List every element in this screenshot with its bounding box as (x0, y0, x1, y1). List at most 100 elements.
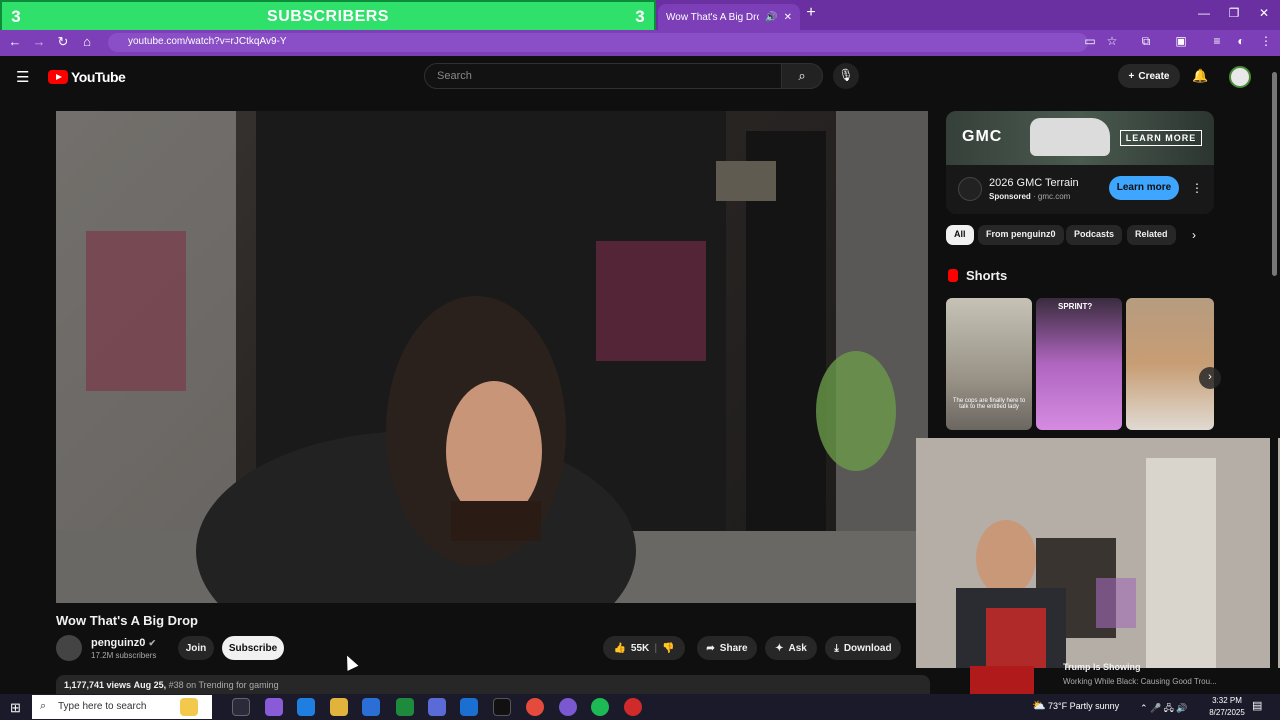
extensions-icon[interactable]: ⧉ (1138, 34, 1154, 49)
ad-title[interactable]: 2026 GMC Terrain (989, 177, 1079, 189)
clock-date: 8/27/2025 (1209, 708, 1245, 717)
like-dislike-group: 👍 55K | 👎 (603, 636, 685, 660)
weather-widget[interactable]: 73°F Partly sunny (1048, 701, 1119, 711)
taskbar-copilot-art-icon[interactable] (180, 698, 198, 716)
chip-related[interactable]: Related (1127, 225, 1176, 245)
copilot-icon[interactable] (265, 698, 283, 716)
ad-more-options-icon[interactable]: ⋮ (1191, 181, 1203, 195)
trending-rank[interactable]: #38 on Trending for gaming (169, 680, 279, 690)
channel-name-text: penguinz0 (91, 637, 146, 649)
facecam-frame (916, 438, 1280, 668)
subscribe-button[interactable]: Subscribe (222, 636, 284, 660)
short-overlay-label: SPRINT? (1058, 302, 1093, 311)
tiktok-icon[interactable] (493, 698, 511, 716)
verified-icon: ✔ (148, 638, 156, 648)
outlook-icon[interactable] (460, 698, 478, 716)
subscriber-count-left: 3 (11, 7, 21, 26)
browser-tab-active[interactable]: Wow That's A Big Drop - Yo 🔊 ✕ (658, 4, 800, 30)
notification-center-icon[interactable]: ▤ (1252, 699, 1262, 712)
like-count[interactable]: 55K (631, 643, 649, 654)
short-caption: The cops are finally here to talk to the… (952, 398, 1026, 410)
reload-icon[interactable]: ↻ (55, 34, 71, 50)
ask-button[interactable]: ✦ Ask (765, 636, 817, 660)
windows-start-icon[interactable]: ⊞ (10, 700, 21, 716)
profile-icon[interactable]: ◐ (1233, 34, 1249, 48)
channel-avatar[interactable] (56, 635, 82, 661)
spotify-icon[interactable] (591, 698, 609, 716)
excel-icon[interactable] (396, 698, 414, 716)
task-view-icon[interactable] (232, 698, 250, 716)
edge-icon[interactable] (297, 698, 315, 716)
search-button[interactable]: ⌕ (781, 63, 823, 89)
store-icon[interactable] (362, 698, 380, 716)
share-button[interactable]: ➦ Share (697, 636, 757, 660)
hamburger-menu-icon[interactable]: ☰ (16, 68, 32, 86)
chip-from-channel[interactable]: From penguinz0 (978, 225, 1064, 245)
bookmark-star-icon[interactable]: ☆ (1104, 34, 1120, 48)
taskbar-search-icon: ⌕ (40, 700, 47, 712)
download-button[interactable]: ⤓ Download (825, 636, 901, 660)
system-tray-icons[interactable]: ⌃ 🎤 🖧 🔊 (1140, 701, 1188, 717)
forward-icon[interactable]: → (31, 34, 47, 49)
new-tab-icon[interactable]: + (804, 5, 818, 21)
youtube-logo-text: YouTube (71, 69, 126, 85)
tab-close-icon[interactable]: ✕ (784, 12, 792, 23)
youtube-logo[interactable]: YouTube (48, 69, 126, 85)
voice-search-button[interactable]: 🎙 (833, 63, 859, 89)
search-icon: ⌕ (798, 68, 806, 83)
maximize-icon[interactable]: ❐ (1224, 6, 1244, 20)
ad-sponsored-line: Sponsored · gmc.com (989, 192, 1071, 201)
cast-icon[interactable]: ▭ (1082, 34, 1098, 48)
address-bar[interactable]: youtube.com/watch?v=rJCtkqAv9-Y (108, 33, 1088, 52)
ad-sponsored-label: Sponsored (989, 192, 1031, 201)
short-thumbnail[interactable] (946, 298, 1032, 430)
taskbar-clock[interactable]: 3:32 PM 8/27/2025 (1205, 695, 1249, 719)
subscriber-count-right: 3 (635, 7, 645, 26)
file-explorer-icon[interactable] (330, 698, 348, 716)
mouse-cursor-icon (341, 653, 359, 671)
browser-menu-icon[interactable]: ⋮ (1258, 34, 1274, 48)
related-video-thumbnail[interactable] (970, 666, 1034, 696)
download-icon: ⤓ (834, 642, 839, 654)
chip-all[interactable]: All (946, 225, 974, 245)
channel-subscriber-count: 17.2M subscribers (91, 651, 157, 660)
sidebar-icon[interactable]: ▣ (1173, 34, 1189, 48)
channel-name[interactable]: penguinz0 ✔ (91, 637, 156, 649)
chrome-icon[interactable] (526, 698, 544, 716)
account-avatar[interactable] (1229, 66, 1251, 88)
chip-scroll-right-icon[interactable]: › (1192, 228, 1196, 242)
ad-truck-image (1030, 118, 1110, 156)
home-icon[interactable]: ⌂ (79, 34, 95, 49)
share-icon: ➦ (706, 642, 715, 654)
chip-podcasts[interactable]: Podcasts (1066, 225, 1123, 245)
back-icon[interactable]: ← (7, 34, 23, 49)
youtube-play-icon (48, 70, 68, 84)
notifications-bell-icon[interactable]: 🔔 (1192, 68, 1208, 84)
subscriber-goal-overlay: 3 SUBSCRIBERS 3 (0, 0, 656, 34)
related-video-title[interactable]: Trump Is Showing (1063, 662, 1141, 672)
recording-app-icon[interactable] (624, 698, 642, 716)
join-button[interactable]: Join (178, 636, 214, 660)
create-button[interactable]: + Create (1118, 64, 1180, 88)
messenger-icon[interactable] (559, 698, 577, 716)
sparkle-icon: ✦ (775, 642, 784, 654)
ask-label: Ask (788, 642, 807, 654)
reading-list-icon[interactable]: ≡ (1209, 34, 1225, 48)
dislike-icon[interactable]: 👎 (662, 643, 674, 654)
ad-brand-logo: GMC (962, 128, 1003, 145)
shorts-heading: Shorts (966, 268, 1008, 283)
video-player[interactable] (56, 111, 928, 603)
short-thumbnail[interactable] (1126, 298, 1214, 430)
search-input[interactable]: Search (424, 63, 782, 89)
discord-icon[interactable] (428, 698, 446, 716)
short-thumbnail[interactable] (1036, 298, 1122, 430)
ad-banner-cta[interactable]: LEARN MORE (1120, 130, 1202, 146)
scrollbar-thumb[interactable] (1272, 72, 1277, 276)
create-label: Create (1138, 70, 1170, 82)
minimize-icon[interactable]: — (1194, 6, 1214, 20)
window-close-icon[interactable]: ✕ (1254, 6, 1274, 20)
tab-audio-icon[interactable]: 🔊 (765, 12, 777, 23)
ad-learn-more-button[interactable]: Learn more (1109, 176, 1179, 200)
shorts-next-icon[interactable]: › (1199, 367, 1221, 389)
like-icon[interactable]: 👍 (613, 643, 625, 654)
